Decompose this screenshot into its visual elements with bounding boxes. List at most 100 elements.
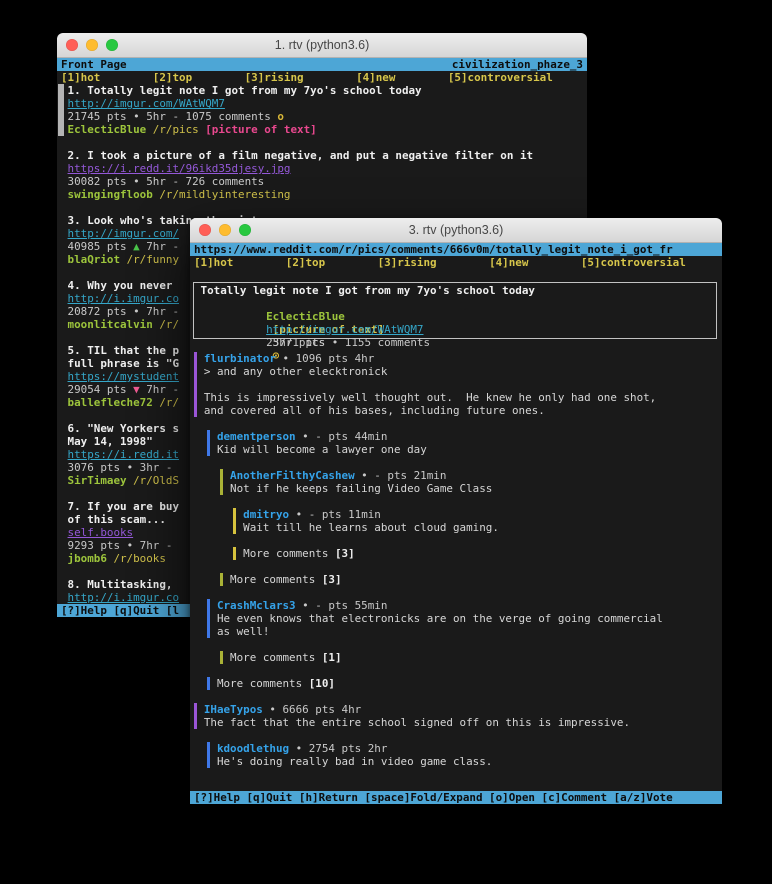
comment-author[interactable]: flurbinator (204, 352, 276, 365)
post-link[interactable]: self.books (68, 526, 134, 539)
submission-box[interactable]: Totally legit note I got from my 7yo's s… (193, 282, 717, 339)
comment-depth-bar (220, 651, 223, 664)
submission-link[interactable]: http://imgur.com/WAtWQM7 (266, 323, 423, 336)
status-bar-shortcuts: [?]Help [q]Quit [l (61, 604, 179, 617)
post-subreddit[interactable]: /r/ (159, 318, 179, 331)
window-title: 1. rtv (python3.6) (275, 38, 370, 52)
post-subreddit[interactable]: /r/ (159, 396, 179, 409)
sort-tab-2top[interactable]: [2]top (153, 71, 192, 84)
comment-author[interactable]: AnotherFilthyCashew (230, 469, 355, 482)
sort-tab-3rising[interactable]: [3]rising (245, 71, 304, 84)
comment-body-line: The fact that the entire school signed o… (204, 716, 718, 729)
post-link[interactable]: http://imgur.com/ (68, 227, 179, 240)
sort-tab-5controversial[interactable]: [5]controversial (581, 256, 686, 269)
submission-author[interactable]: EclecticBlue (266, 310, 345, 323)
comment-header: dmitryo• - pts 11min (243, 508, 718, 521)
sort-tab-1hot[interactable]: [1]hot (194, 256, 233, 269)
post-author[interactable]: ballefleche72 (68, 396, 153, 409)
comment-depth-bar (207, 677, 210, 690)
close-button[interactable] (66, 39, 78, 51)
post-link[interactable]: http://i.imgur.co (68, 591, 179, 604)
comment[interactable]: dmitryo• - pts 11minWait till he learns … (194, 508, 718, 534)
comment[interactable]: CrashMclars3• - pts 55minHe even knows t… (194, 599, 718, 638)
sort-tab-3rising[interactable]: [3]rising (378, 256, 437, 269)
comment-author[interactable]: IHaeTypos (204, 703, 263, 716)
comment-body-line: This is impressively well thought out. H… (204, 391, 718, 404)
more-comments[interactable]: More comments[10] (194, 677, 718, 690)
comment[interactable]: AnotherFilthyCashew• - pts 21minNot if h… (194, 469, 718, 495)
post-item[interactable]: 2. I took a picture of a film negative, … (57, 149, 587, 201)
post-title: 1. Totally legit note I got from my 7yo'… (68, 84, 583, 97)
more-comments-label: More comments (217, 677, 302, 690)
comment-header: IHaeTypos • 6666 pts 4hr (204, 703, 718, 716)
sort-tab-5controversial[interactable]: [5]controversial (448, 71, 553, 84)
comment-author[interactable]: CrashMclars3 (217, 599, 296, 612)
comment-depth-bar (194, 703, 197, 729)
comment-meta: • 6666 pts 4hr (269, 703, 361, 716)
sort-tab-4new[interactable]: [4]new (356, 71, 395, 84)
close-button[interactable] (199, 224, 211, 236)
minimize-button[interactable] (219, 224, 231, 236)
post-link[interactable]: https://i.redd.it (68, 448, 179, 461)
post-score: 3076 pts (68, 461, 120, 474)
more-comments[interactable]: More comments[3] (194, 547, 718, 560)
submission-byline: EclecticBlue [picture of text] 5hr pics (201, 297, 710, 310)
comment-depth-bar (207, 599, 210, 638)
post-link[interactable]: http://i.imgur.co (68, 292, 179, 305)
post-author[interactable]: EclecticBlue (68, 123, 147, 136)
post-subreddit[interactable]: /r/mildlyinteresting (159, 188, 290, 201)
comment-author[interactable]: dmitryo (243, 508, 289, 521)
post-author[interactable]: jbomb6 (68, 552, 107, 565)
post-author[interactable]: moonlitcalvin (68, 318, 153, 331)
comment-body-line: He's doing really bad in video game clas… (217, 755, 718, 768)
post-title: 2. I took a picture of a film negative, … (68, 149, 583, 162)
more-comments-row[interactable]: More comments[3] (230, 573, 718, 586)
post-item[interactable]: 1. Totally legit note I got from my 7yo'… (57, 84, 587, 136)
comment[interactable]: kdoodlethug• 2754 pts 2hrHe's doing real… (194, 742, 718, 768)
titlebar[interactable]: 3. rtv (python3.6) (190, 218, 722, 243)
post-link[interactable]: https://i.redd.it/96ikd35djesy.jpg (68, 162, 291, 175)
url-bar[interactable]: https://www.reddit.com/r/pics/comments/6… (190, 243, 722, 256)
more-comments-count: [1] (322, 651, 342, 664)
maximize-button[interactable] (106, 39, 118, 51)
more-comments[interactable]: More comments[1] (194, 651, 718, 664)
post-subreddit[interactable]: /r/OldS (133, 474, 179, 487)
comment-author[interactable]: kdoodlethug (217, 742, 289, 755)
more-comments-row[interactable]: More comments[1] (230, 651, 718, 664)
post-link[interactable]: https://mystudent (68, 370, 179, 383)
post-subreddit[interactable]: /r/books (113, 552, 165, 565)
more-comments-count: [3] (322, 573, 342, 586)
sort-menu: [1]hot [2]top [3]rising [4]new [5]controvers… (57, 71, 587, 84)
more-comments[interactable]: More comments[3] (194, 573, 718, 586)
upvote-icon: ▲ (133, 240, 140, 253)
comment[interactable]: flurbinator• 1096 pts 4hr> and any other… (194, 352, 718, 417)
sort-tab-2top[interactable]: [2]top (286, 256, 325, 269)
submission-stats: 23771 pts • 1155 comments (266, 336, 430, 349)
post-author[interactable]: blaQriot (68, 253, 120, 266)
more-comments-row[interactable]: More comments[3] (243, 547, 718, 560)
sort-tab-1hot[interactable]: [1]hot (61, 71, 100, 84)
post-link[interactable]: http://imgur.com/WAtWQM7 (68, 97, 225, 110)
more-comments-row[interactable]: More comments[10] (217, 677, 718, 690)
sort-tab-4new[interactable]: [4]new (489, 256, 528, 269)
post-score: 30082 pts (68, 175, 127, 188)
selection-cursor (58, 84, 64, 136)
comment-header: CrashMclars3• - pts 55min (217, 599, 718, 612)
post-author[interactable]: swingingfloob (68, 188, 153, 201)
comment[interactable]: IHaeTypos • 6666 pts 4hrThe fact that the… (194, 703, 718, 729)
comment-body-line (204, 378, 718, 391)
maximize-button[interactable] (239, 224, 251, 236)
comment-author[interactable]: dementperson (217, 430, 296, 443)
post-author-row: swingingfloob/r/mildlyinteresting (68, 188, 583, 201)
comment[interactable]: dementperson• - pts 44minKid will become… (194, 430, 718, 456)
post-subreddit[interactable]: /r/funny (127, 253, 179, 266)
more-comments-count: [3] (335, 547, 355, 560)
comment-body-line: He even knows that electronicks are on t… (217, 612, 718, 625)
titlebar[interactable]: 1. rtv (python3.6) (57, 33, 587, 58)
post-author[interactable]: SirTimaey (68, 474, 127, 487)
post-subreddit[interactable]: /r/pics (153, 123, 199, 136)
rtv-header-bar: Front Page civilization_phaze_3 (57, 58, 587, 71)
minimize-button[interactable] (86, 39, 98, 51)
sort-menu: [1]hot [2]top [3]rising [4]new [5]controvers… (190, 256, 722, 269)
post-meta: 7hr - (146, 305, 179, 318)
